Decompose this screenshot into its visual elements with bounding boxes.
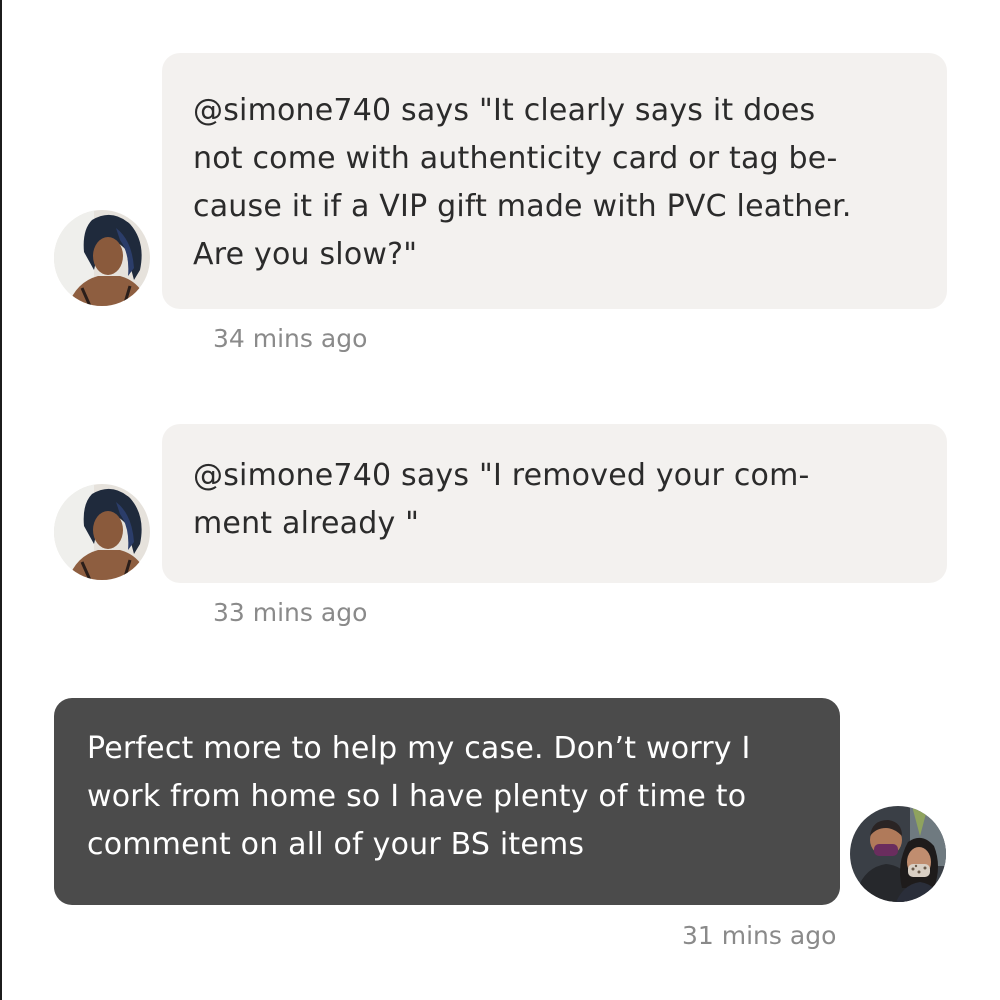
message-timestamp: 33 mins ago [213,598,368,627]
incoming-message-bubble[interactable]: @simone740 says "I removed your com- men… [162,424,947,583]
avatar[interactable] [54,210,150,306]
avatar[interactable] [54,484,150,580]
message-timestamp: 34 mins ago [213,324,368,353]
user-photo-icon [54,210,150,306]
screen-edge [0,0,2,1000]
outgoing-message-bubble[interactable]: Perfect more to help my case. Don’t worr… [54,698,840,905]
user-photo-icon [54,484,150,580]
user-photo-icon [850,806,946,902]
message-timestamp: 31 mins ago [682,921,837,950]
avatar[interactable] [850,806,946,902]
incoming-message-bubble[interactable]: @simone740 says "It clearly says it does… [162,53,947,309]
